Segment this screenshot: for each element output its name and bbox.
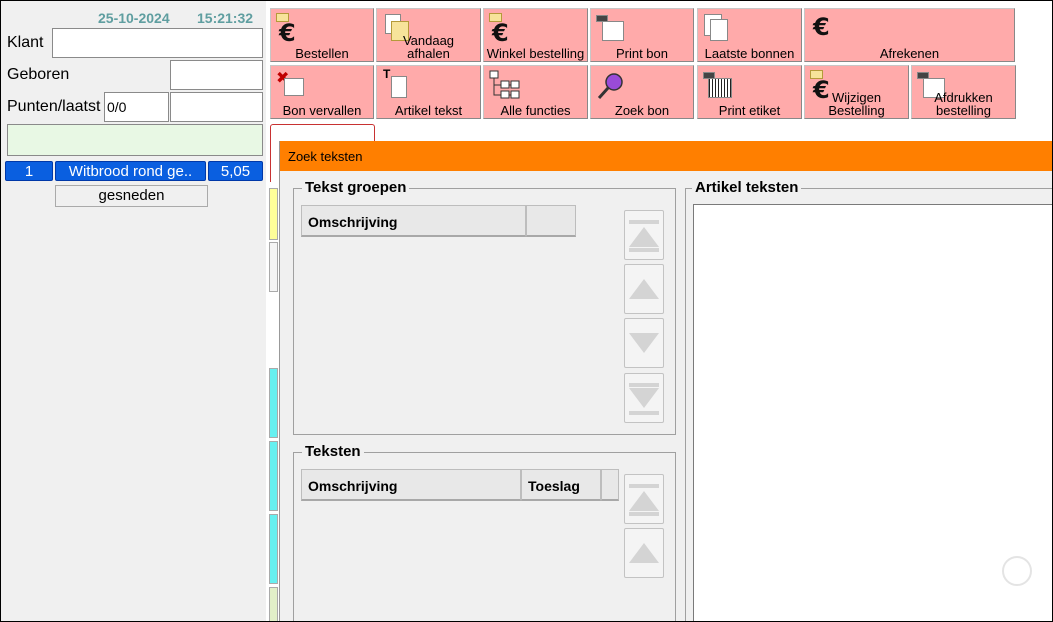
dialog-title-bar: Zoek teksten <box>280 141 1053 171</box>
afhalen-label: afhalen <box>407 46 450 61</box>
tekst-groepen-title: Tekst groepen <box>302 179 410 196</box>
category-tab-cyan-2[interactable] <box>269 441 278 511</box>
tree-icon <box>489 70 520 99</box>
artikel-tekst-label: Artikel tekst <box>394 103 463 118</box>
teksten-title: Teksten <box>302 443 364 460</box>
afrekenen-button[interactable]: € Afrekenen <box>804 8 1015 62</box>
bestelling-label: bestelling <box>936 103 991 118</box>
laatste-bonnen-label: Laatste bonnen <box>704 46 795 61</box>
receipt-icon <box>602 21 624 41</box>
print-bon-label: Print bon <box>615 46 669 61</box>
bottom-bar-icon <box>629 512 659 516</box>
category-tab-yellow[interactable] <box>269 188 278 240</box>
bon-vervallen-button[interactable]: ✖ Bon vervallen <box>270 65 374 119</box>
laatste-bonnen-button[interactable]: Laatste bonnen <box>697 8 802 62</box>
gesneden-option-button[interactable]: gesneden <box>55 185 208 207</box>
text-icon: T <box>383 67 391 81</box>
arrow-up-icon <box>629 543 659 563</box>
laatst-input[interactable] <box>170 92 263 122</box>
winkel-bestelling-button[interactable]: € Winkel bestelling <box>483 8 588 62</box>
text-document-icon <box>391 76 407 98</box>
groepen-scroll-first-button[interactable] <box>624 210 664 260</box>
bottom-bar-icon <box>629 248 659 252</box>
bon-vervallen-label: Bon vervallen <box>282 103 362 118</box>
geboren-input[interactable] <box>170 60 263 90</box>
top-bar-icon <box>629 220 659 224</box>
zoek-bon-button[interactable]: Zoek bon <box>590 65 694 119</box>
receipt-icon <box>284 78 304 96</box>
groepen-scroll-down-button[interactable] <box>624 318 664 368</box>
magnifier-icon <box>597 73 623 100</box>
euro-icon: € <box>492 19 509 47</box>
arrow-down-icon <box>629 388 659 408</box>
zoek-teksten-dialog: Zoek teksten Tekst groepen Omschrijving … <box>279 141 1053 622</box>
euro-icon: € <box>279 19 296 47</box>
punten-label: Punten/laatst <box>7 98 101 115</box>
arrow-down-icon <box>629 333 659 353</box>
arrow-up-icon <box>629 491 659 511</box>
category-tab-cyan-1[interactable] <box>269 368 278 438</box>
category-tab-green[interactable] <box>269 587 278 622</box>
print-bon-button[interactable]: Print bon <box>590 8 694 62</box>
order-line-description[interactable]: Witbrood rond ge.. <box>55 161 206 181</box>
customer-panel: 25-10-2024 15:21:32 Klant Geboren Punten… <box>1 1 266 621</box>
artikel-tekst-button[interactable]: T Artikel tekst <box>376 65 481 119</box>
vandaag-afhalen-button[interactable]: Vandaag afhalen <box>376 8 481 62</box>
tekst-groepen-header-extra[interactable] <box>526 205 576 237</box>
info-field <box>7 124 263 156</box>
arrow-up-icon <box>629 227 659 247</box>
receipt-icon <box>710 19 728 41</box>
current-date: 25-10-2024 <box>98 10 170 26</box>
wijzigen-bestelling-button[interactable]: € Wijzigen Bestelling <box>804 65 909 119</box>
afdrukken-bestelling-button[interactable]: Afdrukken bestelling <box>911 65 1016 119</box>
klant-input[interactable] <box>52 28 263 58</box>
category-tab-grey[interactable] <box>269 242 278 292</box>
artikel-teksten-title: Artikel teksten <box>692 179 802 196</box>
top-bar-icon <box>629 484 659 488</box>
geboren-label: Geboren <box>7 66 70 83</box>
current-time: 15:21:32 <box>197 10 254 26</box>
arrow-up-icon <box>629 279 659 299</box>
teksten-header-omschrijving[interactable]: Omschrijving <box>301 469 521 501</box>
bestelling-label: Bestelling <box>828 103 885 118</box>
alle-functies-button[interactable]: Alle functies <box>483 65 588 119</box>
bestellen-button[interactable]: € Bestellen <box>270 8 374 62</box>
order-line-price[interactable]: 5,05 <box>208 161 263 181</box>
watermark-icon <box>1002 556 1032 586</box>
groepen-scroll-up-button[interactable] <box>624 264 664 314</box>
top-bar-icon <box>629 383 659 387</box>
euro-icon: € <box>813 13 830 41</box>
alle-functies-label: Alle functies <box>500 103 571 118</box>
tekst-groepen-header-omschrijving[interactable]: Omschrijving <box>301 205 526 237</box>
zoek-bon-label: Zoek bon <box>614 103 670 118</box>
print-etiket-button[interactable]: Print etiket <box>697 65 802 119</box>
teksten-scroll-up-button[interactable] <box>624 528 664 578</box>
punten-input[interactable]: 0/0 <box>104 92 169 122</box>
klant-label: Klant <box>7 34 44 51</box>
print-etiket-label: Print etiket <box>718 103 781 118</box>
bottom-bar-icon <box>629 411 659 415</box>
category-tab-cyan-3[interactable] <box>269 514 278 584</box>
groepen-scroll-last-button[interactable] <box>624 373 664 423</box>
afrekenen-label: Afrekenen <box>879 46 940 61</box>
winkel-bestelling-label: Winkel bestelling <box>486 46 585 61</box>
bestellen-label: Bestellen <box>295 46 349 61</box>
barcode-icon <box>708 78 732 98</box>
teksten-header-toeslag[interactable]: Toeslag <box>521 469 601 501</box>
order-line-qty[interactable]: 1 <box>5 161 53 181</box>
teksten-scroll-first-button[interactable] <box>624 474 664 524</box>
artikel-teksten-area[interactable] <box>693 204 1053 622</box>
teksten-header-extra[interactable] <box>601 469 619 501</box>
